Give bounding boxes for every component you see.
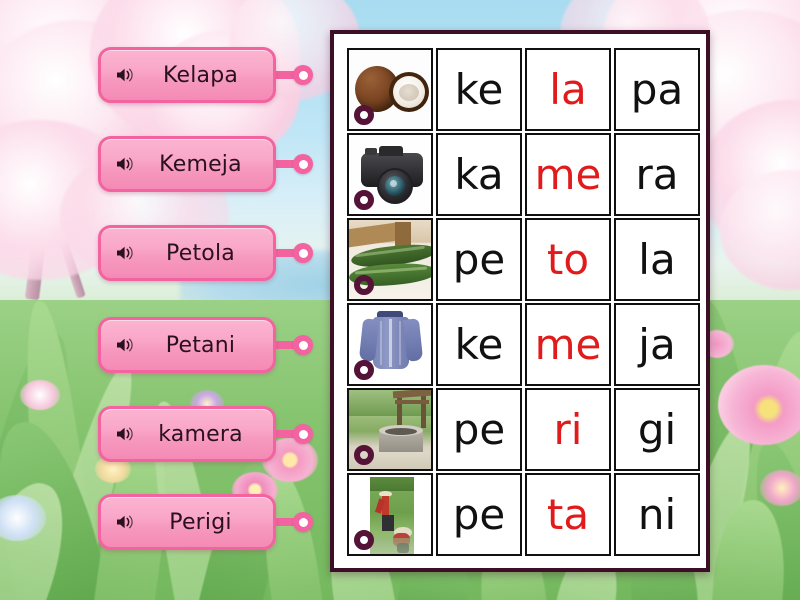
grid-row: pe to la <box>347 218 700 301</box>
drop-target-ring[interactable] <box>354 360 374 380</box>
word-card-label: Petola <box>166 240 235 266</box>
syllable-cell[interactable]: pe <box>436 388 522 471</box>
syllable-cell[interactable]: ra <box>614 133 700 216</box>
card-connector[interactable] <box>274 512 313 532</box>
worksheet-panel: ke la pa ka me ra pe to la ke me ja pe r… <box>330 30 710 572</box>
word-card-label: Perigi <box>169 509 232 535</box>
card-connector[interactable] <box>274 65 313 85</box>
word-card-column: Kelapa Kemeja Petola Petani kamera Perig… <box>0 0 330 600</box>
picture-cell-luffa-gourd[interactable] <box>347 218 433 301</box>
word-card-perigi[interactable]: Perigi <box>98 494 276 550</box>
grid-row: pe ta ni <box>347 473 700 556</box>
speaker-icon[interactable] <box>110 514 140 530</box>
drop-target-ring[interactable] <box>354 445 374 465</box>
connector-ring[interactable] <box>293 243 313 263</box>
drop-target-ring[interactable] <box>354 530 374 550</box>
connector-hole <box>298 429 308 439</box>
card-connector[interactable] <box>274 335 313 355</box>
speaker-icon[interactable] <box>110 245 140 261</box>
syllable-cell-highlight[interactable]: to <box>525 218 611 301</box>
connector-hole <box>298 248 308 258</box>
word-card-label: Petani <box>165 332 236 358</box>
syllable-grid: ke la pa ka me ra pe to la ke me ja pe r… <box>347 48 700 556</box>
speaker-icon[interactable] <box>110 156 140 172</box>
picture-cell-camera[interactable] <box>347 133 433 216</box>
connector-ring[interactable] <box>293 424 313 444</box>
word-card-row: Kelapa <box>98 47 314 103</box>
syllable-cell-highlight[interactable]: ta <box>525 473 611 556</box>
connector-hole <box>298 340 308 350</box>
word-card-label: kamera <box>158 421 243 447</box>
word-card-row: Perigi <box>98 494 314 550</box>
word-card-label: Kemeja <box>159 151 242 177</box>
card-connector[interactable] <box>274 154 313 174</box>
syllable-cell[interactable]: ja <box>614 303 700 386</box>
word-card-row: Petola <box>98 225 314 281</box>
word-card-kamera[interactable]: kamera <box>98 406 276 462</box>
word-card-label: Kelapa <box>162 62 239 88</box>
word-card-kemeja[interactable]: Kemeja <box>98 136 276 192</box>
drop-target-ring[interactable] <box>354 190 374 210</box>
connector-ring[interactable] <box>293 65 313 85</box>
picture-cell-coconut[interactable] <box>347 48 433 131</box>
syllable-cell-highlight[interactable]: me <box>525 303 611 386</box>
drop-target-ring[interactable] <box>354 275 374 295</box>
card-connector[interactable] <box>274 424 313 444</box>
syllable-cell-highlight[interactable]: la <box>525 48 611 131</box>
syllable-cell[interactable]: ke <box>436 48 522 131</box>
syllable-cell[interactable]: ka <box>436 133 522 216</box>
syllable-cell[interactable]: pe <box>436 473 522 556</box>
syllable-cell[interactable]: pe <box>436 218 522 301</box>
grid-row: pe ri gi <box>347 388 700 471</box>
connector-ring[interactable] <box>293 154 313 174</box>
word-card-kelapa[interactable]: Kelapa <box>98 47 276 103</box>
picture-cell-well[interactable] <box>347 388 433 471</box>
grid-row: ke la pa <box>347 48 700 131</box>
card-connector[interactable] <box>274 243 313 263</box>
grid-row: ka me ra <box>347 133 700 216</box>
word-card-petola[interactable]: Petola <box>98 225 276 281</box>
large-pink-flower <box>718 365 800 445</box>
picture-cell-farmer[interactable] <box>347 473 433 556</box>
grid-row: ke me ja <box>347 303 700 386</box>
speaker-icon[interactable] <box>110 337 140 353</box>
word-card-row: kamera <box>98 406 314 462</box>
word-card-petani[interactable]: Petani <box>98 317 276 373</box>
drop-target-ring[interactable] <box>354 105 374 125</box>
meadow-flower <box>760 470 800 506</box>
connector-hole <box>298 70 308 80</box>
syllable-cell-highlight[interactable]: ri <box>525 388 611 471</box>
connector-hole <box>298 159 308 169</box>
syllable-cell[interactable]: la <box>614 218 700 301</box>
connector-ring[interactable] <box>293 335 313 355</box>
syllable-cell-highlight[interactable]: me <box>525 133 611 216</box>
word-card-row: Petani <box>98 317 314 373</box>
speaker-icon[interactable] <box>110 426 140 442</box>
word-card-row: Kemeja <box>98 136 314 192</box>
connector-hole <box>298 517 308 527</box>
picture-cell-shirt[interactable] <box>347 303 433 386</box>
connector-ring[interactable] <box>293 512 313 532</box>
speaker-icon[interactable] <box>110 67 140 83</box>
syllable-cell[interactable]: gi <box>614 388 700 471</box>
syllable-cell[interactable]: pa <box>614 48 700 131</box>
syllable-cell[interactable]: ni <box>614 473 700 556</box>
syllable-cell[interactable]: ke <box>436 303 522 386</box>
